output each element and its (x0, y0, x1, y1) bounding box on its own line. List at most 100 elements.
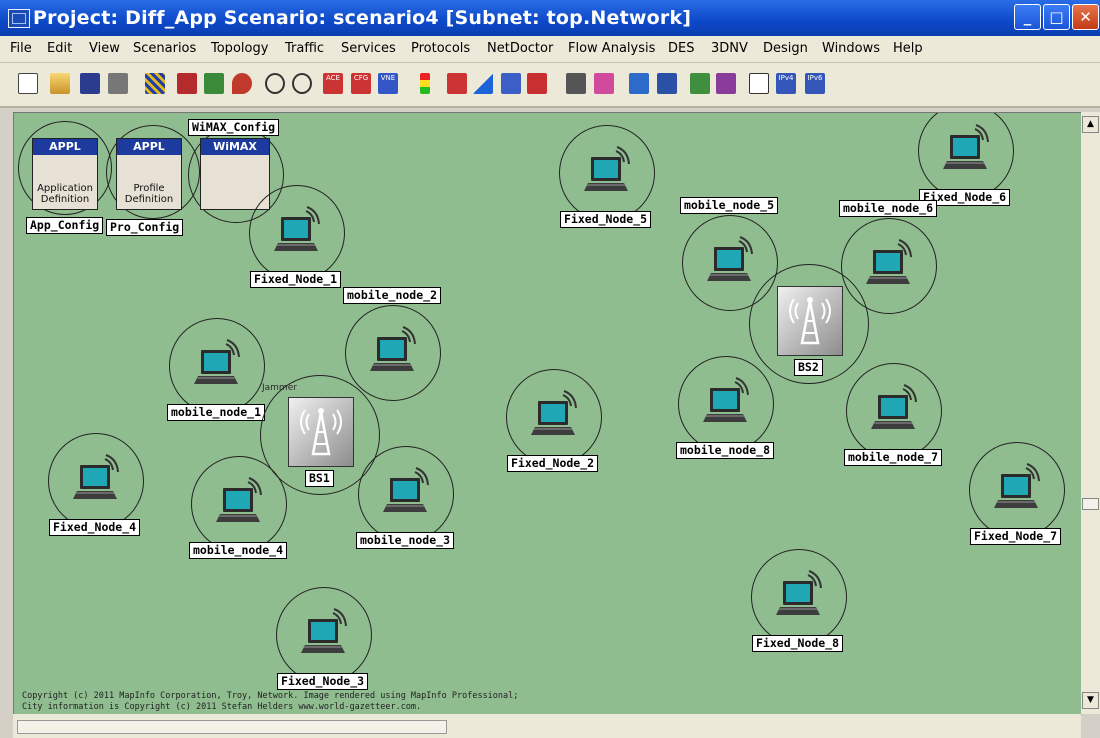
ipv6-icon[interactable]: IPv4 (776, 73, 796, 94)
link-config-icon[interactable] (501, 73, 521, 94)
menu-windows[interactable]: Windows (822, 41, 880, 56)
menu-3dnv[interactable]: 3DNV (711, 41, 748, 56)
ipv6-scenario-icon[interactable]: IPv6 (805, 73, 825, 94)
menu-flow-analysis[interactable]: Flow Analysis (568, 41, 655, 56)
node-label-fixed-node-5: Fixed_Node_5 (560, 211, 652, 228)
laptop-icon[interactable] (530, 389, 582, 439)
menu-services[interactable]: Services (341, 41, 396, 56)
laptop-icon[interactable] (273, 205, 325, 255)
node-label-wimax-config: WiMAX_Config (188, 119, 280, 136)
node-label-mobile-node-4: mobile_node_4 (189, 542, 288, 559)
node-label-fixed-node-4: Fixed_Node_4 (49, 519, 141, 536)
app-icon (8, 9, 30, 28)
laptop-icon[interactable] (193, 338, 245, 388)
new-icon[interactable] (18, 73, 38, 94)
save-icon[interactable] (80, 73, 100, 94)
mountain-icon[interactable] (473, 73, 493, 94)
config-header: APPL (33, 139, 97, 155)
menu-file[interactable]: File (10, 41, 32, 56)
node-label-fixed-node-8: Fixed_Node_8 (752, 635, 844, 652)
config-header: WiMAX (201, 139, 269, 155)
menu-view[interactable]: View (89, 41, 120, 56)
menu-bar: File Edit View Scenarios Topology Traffi… (0, 36, 1100, 63)
scroll-thumb[interactable] (1082, 498, 1099, 510)
laptop-icon[interactable] (369, 325, 421, 375)
node-label-app-config: App_Config (26, 217, 104, 234)
recover-node-icon[interactable] (204, 73, 224, 94)
laptop-icon[interactable] (72, 453, 124, 503)
path-icon[interactable] (566, 73, 586, 94)
laptop-icon[interactable] (300, 607, 352, 657)
maximize-button[interactable]: □ (1043, 4, 1070, 30)
graph-icon[interactable] (716, 73, 736, 94)
laptop-icon[interactable] (865, 238, 917, 288)
scroll-thumb[interactable] (17, 720, 447, 734)
laptop-icon[interactable] (706, 235, 758, 285)
node-label-mobile-node-1: mobile_node_1 (167, 404, 266, 421)
traffic-light-icon[interactable] (420, 73, 430, 94)
scroll-up-icon[interactable]: ▲ (1082, 116, 1099, 133)
zoom-in-icon[interactable] (265, 73, 285, 94)
calc-icon[interactable] (657, 73, 677, 94)
object-palette-icon[interactable] (447, 73, 467, 94)
node-label-mobile-node-6: mobile_node_6 (839, 200, 938, 217)
menu-edit[interactable]: Edit (47, 41, 72, 56)
window-title: Project: Diff_App Scenario: scenario4 [S… (33, 7, 692, 29)
base-station-icon[interactable] (777, 286, 843, 356)
zoom-out-icon[interactable] (292, 73, 312, 94)
close-button[interactable]: ✕ (1072, 4, 1099, 30)
laptop-icon[interactable] (775, 569, 827, 619)
scroll-down-icon[interactable]: ▼ (1082, 692, 1099, 709)
link-failure-icon[interactable] (527, 73, 547, 94)
map-copyright: Copyright (c) 2011 MapInfo Corporation, … (22, 691, 518, 713)
menu-netdoctor[interactable]: NetDoctor (487, 41, 553, 56)
laptop-icon[interactable] (942, 123, 994, 173)
laptop-icon[interactable] (583, 145, 635, 195)
node-marker-icon[interactable] (232, 73, 252, 94)
report-icon[interactable] (749, 73, 769, 94)
config-header: APPL (117, 139, 181, 155)
laptop-icon[interactable] (993, 462, 1045, 512)
menu-traffic[interactable]: Traffic (285, 41, 324, 56)
laptop-icon[interactable] (870, 383, 922, 433)
fail-node-icon[interactable] (177, 73, 197, 94)
vne-import-icon[interactable]: VNE (378, 73, 398, 94)
ace-import-icon[interactable]: ACE (323, 73, 343, 94)
node-label-mobile-node-7: mobile_node_7 (844, 449, 943, 466)
config-subtitle: Application Definition (37, 183, 93, 205)
base-station-icon[interactable] (288, 397, 354, 467)
minimize-button[interactable]: _ (1014, 4, 1041, 30)
node-label-fixed-node-1: Fixed_Node_1 (250, 271, 342, 288)
node-label-mobile-node-2: mobile_node_2 (343, 287, 442, 304)
menu-des[interactable]: DES (668, 41, 694, 56)
print-icon[interactable] (108, 73, 128, 94)
laptop-icon[interactable] (702, 376, 754, 426)
vertical-scrollbar[interactable]: ▲ ▼ (1081, 112, 1100, 714)
menu-help[interactable]: Help (893, 41, 923, 56)
globe-icon[interactable] (629, 73, 649, 94)
network-workspace[interactable]: APPL Application Definition App_Config A… (13, 112, 1082, 715)
node-label-bs1: BS1 (305, 470, 334, 487)
wimax-config-icon[interactable]: WiMAX (200, 138, 270, 210)
title-bar[interactable]: Project: Diff_App Scenario: scenario4 [S… (0, 0, 1100, 36)
menu-scenarios[interactable]: Scenarios (133, 41, 196, 56)
topology-icon[interactable] (145, 73, 165, 94)
config-subtitle: Profile Definition (124, 183, 174, 205)
laptop-icon[interactable] (382, 466, 434, 516)
chart-icon[interactable] (690, 73, 710, 94)
open-icon[interactable] (50, 73, 70, 94)
menu-design[interactable]: Design (763, 41, 808, 56)
node-label-mobile-node-8: mobile_node_8 (676, 442, 775, 459)
horizontal-scrollbar[interactable] (13, 714, 1081, 738)
app-config-icon[interactable]: APPL Application Definition (32, 138, 98, 210)
cfg-import-icon[interactable]: CFG (351, 73, 371, 94)
copyright-line-2: City information is Copyright (c) 2011 S… (22, 702, 422, 712)
wizard-icon[interactable] (594, 73, 614, 94)
menu-topology[interactable]: Topology (211, 41, 268, 56)
node-label-mobile-node-3: mobile_node_3 (356, 532, 455, 549)
copyright-line-1: Copyright (c) 2011 MapInfo Corporation, … (22, 691, 519, 701)
toolbar: ACE CFG VNE IPv4 IPv6 (0, 63, 1100, 108)
profile-config-icon[interactable]: APPL Profile Definition (116, 138, 182, 210)
menu-protocols[interactable]: Protocols (411, 41, 470, 56)
laptop-icon[interactable] (215, 476, 267, 526)
